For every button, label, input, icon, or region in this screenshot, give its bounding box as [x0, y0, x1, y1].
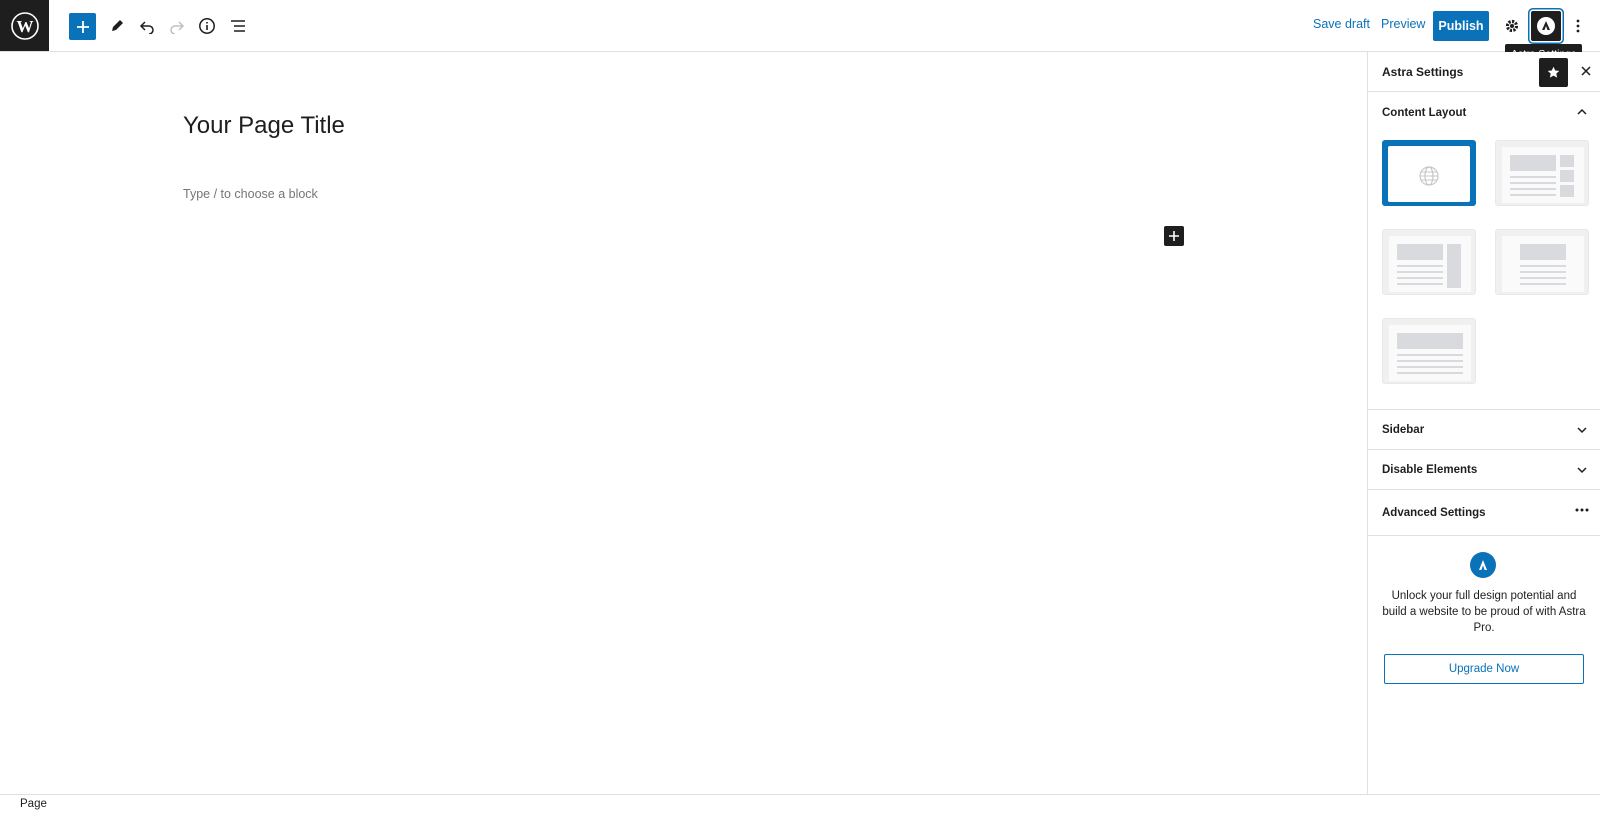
sidebar-title: Astra Settings	[1382, 65, 1464, 79]
list-view-button[interactable]	[224, 12, 252, 40]
upsell-box: Unlock your full design potential and bu…	[1368, 536, 1600, 736]
chevron-down-icon	[1577, 427, 1587, 434]
sidebar-header: Astra Settings	[1368, 52, 1600, 92]
info-icon	[199, 18, 215, 34]
add-block-button[interactable]	[1164, 226, 1184, 246]
preview-button[interactable]: Preview	[1381, 17, 1425, 31]
default-layout-preview-icon	[1388, 146, 1470, 202]
astra-logo-icon	[1470, 552, 1496, 578]
settings-button[interactable]	[1498, 12, 1526, 40]
panel-toggle-disable-elements[interactable]: Disable Elements	[1368, 450, 1600, 490]
panel-toggle-content-layout[interactable]: Content Layout	[1368, 92, 1600, 132]
undo-icon	[139, 21, 154, 34]
chevron-down-icon	[1577, 467, 1587, 474]
editor-toolbar: W Save draft Preview Publish	[0, 0, 1600, 64]
close-sidebar-button[interactable]	[1576, 60, 1596, 82]
block-placeholder[interactable]: Type / to choose a block	[183, 187, 318, 201]
undo-button[interactable]	[133, 12, 161, 40]
astra-settings-sidebar: Astra Settings Content Layout Sidebar Di…	[1367, 52, 1600, 794]
kebab-icon	[1576, 19, 1580, 33]
astra-icon	[1537, 17, 1555, 35]
panel-toggle-sidebar[interactable]: Sidebar	[1368, 410, 1600, 450]
options-button[interactable]	[1566, 12, 1590, 40]
right-sidebar-layout-icon	[1502, 147, 1584, 203]
redo-icon	[170, 21, 185, 34]
layout-option-boxed-sidebar[interactable]	[1382, 229, 1476, 295]
layout-option-default[interactable]	[1382, 140, 1476, 206]
panel-content-layout: Content Layout	[1368, 92, 1600, 410]
panel-label: Disable Elements	[1382, 464, 1478, 476]
editor-footer: Page	[0, 794, 1600, 813]
plus-icon	[1169, 231, 1179, 241]
block-inserter-button[interactable]	[69, 13, 96, 40]
plus-icon	[76, 20, 89, 33]
tools-button[interactable]	[103, 12, 131, 40]
gear-icon	[1505, 19, 1519, 33]
ellipsis-icon	[1575, 508, 1589, 512]
upsell-text: Unlock your full design potential and bu…	[1382, 590, 1586, 634]
layout-option-right-sidebar[interactable]	[1495, 140, 1589, 206]
boxed-sidebar-layout-icon	[1389, 236, 1471, 292]
svg-text:W: W	[16, 17, 33, 36]
redo-button[interactable]	[163, 12, 191, 40]
narrow-layout-icon	[1502, 236, 1584, 292]
panel-label: Advanced Settings	[1382, 507, 1486, 519]
list-view-icon	[231, 20, 245, 32]
wordpress-icon[interactable]: W	[0, 0, 49, 51]
star-icon	[1547, 66, 1560, 78]
save-draft-button[interactable]: Save draft	[1313, 17, 1370, 31]
layout-option-narrow[interactable]	[1495, 229, 1589, 295]
pin-button[interactable]	[1539, 58, 1568, 87]
breadcrumb[interactable]: Page	[20, 798, 47, 810]
pencil-icon	[112, 20, 123, 31]
panel-label: Sidebar	[1382, 424, 1425, 436]
panel-label: Content Layout	[1382, 107, 1467, 119]
chevron-up-icon	[1577, 108, 1587, 115]
upgrade-now-button[interactable]: Upgrade Now	[1384, 654, 1584, 684]
page-title[interactable]: Your Page Title	[183, 112, 345, 140]
layout-option-full-width[interactable]	[1382, 318, 1476, 384]
full-width-layout-icon	[1389, 325, 1471, 381]
details-button[interactable]	[193, 12, 221, 40]
editor-canvas[interactable]: Your Page Title Type / to choose a block	[0, 52, 1367, 794]
astra-settings-button[interactable]	[1531, 11, 1561, 41]
publish-button[interactable]: Publish	[1433, 11, 1489, 41]
panel-toggle-advanced-settings[interactable]: Advanced Settings	[1368, 490, 1600, 536]
close-icon	[1581, 66, 1591, 76]
